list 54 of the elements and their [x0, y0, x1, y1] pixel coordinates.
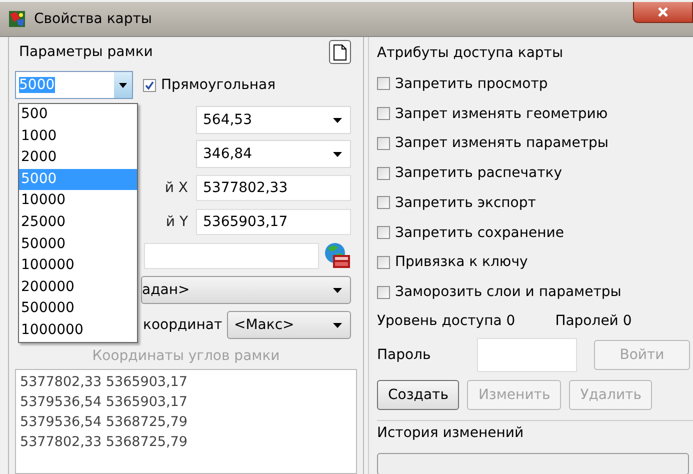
precision-combo[interactable]: <Макс> — [227, 311, 351, 339]
access-checkbox[interactable]: Запретить экспорт — [377, 188, 693, 218]
field-label: й Y — [166, 214, 188, 230]
coordinate-line: 5377802,33 5365903,17 — [20, 373, 188, 392]
corners-title: Координаты углов рамки — [91, 347, 281, 366]
scale-option[interactable]: 50000 — [19, 234, 137, 256]
value-combo[interactable]: 564,53 — [196, 106, 351, 134]
precision-label: координат — [143, 317, 222, 333]
new-document-button[interactable] — [329, 40, 351, 64]
scale-option[interactable]: 10000 — [19, 190, 137, 212]
access-checkbox[interactable]: Запрет изменять геометрию — [377, 98, 693, 128]
scale-option[interactable]: 1000000 — [19, 320, 137, 342]
value-combo[interactable]: адан> — [141, 276, 351, 304]
dropdown-arrow-icon — [333, 118, 342, 122]
map-icon — [8, 10, 26, 28]
password-count-text: Паролей 0 — [555, 313, 632, 330]
scale-option[interactable]: 2000 — [19, 147, 137, 169]
coordinate-line: 5377802,33 5368725,79 — [20, 433, 188, 452]
password-label: Пароль — [377, 346, 432, 363]
access-checkbox[interactable]: Запретить распечатку — [377, 158, 693, 188]
value-combo[interactable]: 346,84 — [196, 140, 351, 168]
close-button[interactable] — [633, 2, 693, 23]
access-level-text: Уровень доступа 0 — [377, 313, 516, 330]
document-icon — [333, 44, 347, 60]
password-field[interactable] — [477, 338, 577, 372]
access-checkbox[interactable]: Запретить сохранение — [377, 218, 693, 248]
dropdown-arrow-icon — [333, 322, 342, 328]
window-title: Свойства карты — [34, 11, 152, 27]
dropdown-arrow-icon — [333, 288, 342, 292]
action-button[interactable]: Создать — [377, 380, 460, 410]
coordinate-line: 5379536,54 5368725,79 — [20, 413, 188, 432]
scale-option[interactable]: 200000 — [19, 276, 137, 298]
scale-option[interactable]: 25000 — [19, 212, 137, 234]
globe-calculator-icon[interactable] — [323, 242, 351, 270]
coordinate-field[interactable]: 5365903,17 — [196, 209, 351, 235]
checkmark-icon — [145, 80, 154, 90]
group-title: История изменений — [377, 425, 525, 444]
rectangular-checkbox[interactable]: Прямоугольная — [143, 77, 276, 93]
group-title: Параметры рамки — [18, 44, 153, 60]
field-label: й X — [164, 180, 188, 196]
dropdown-arrow-icon — [333, 152, 342, 156]
group-title: Атрибуты доступа карты — [377, 44, 564, 63]
scale-option[interactable]: 100000 — [19, 255, 137, 277]
scale-option[interactable]: 500000 — [19, 298, 137, 320]
access-checkbox[interactable]: Запретить просмотр — [377, 69, 693, 99]
coordinate-line: 5379536,54 5365903,17 — [20, 393, 188, 412]
access-checkbox[interactable]: Заморозить слои и параметры — [377, 277, 693, 307]
close-icon — [657, 7, 669, 17]
input-field[interactable] — [144, 243, 319, 269]
access-checkbox[interactable]: Запрет изменять параметры — [377, 128, 693, 158]
scale-option[interactable]: 500 — [19, 104, 137, 126]
access-checkbox[interactable]: Привязка к ключу — [377, 247, 693, 278]
scale-option[interactable]: 1000 — [19, 126, 137, 148]
coordinate-field[interactable]: 5377802,33 — [196, 175, 351, 201]
